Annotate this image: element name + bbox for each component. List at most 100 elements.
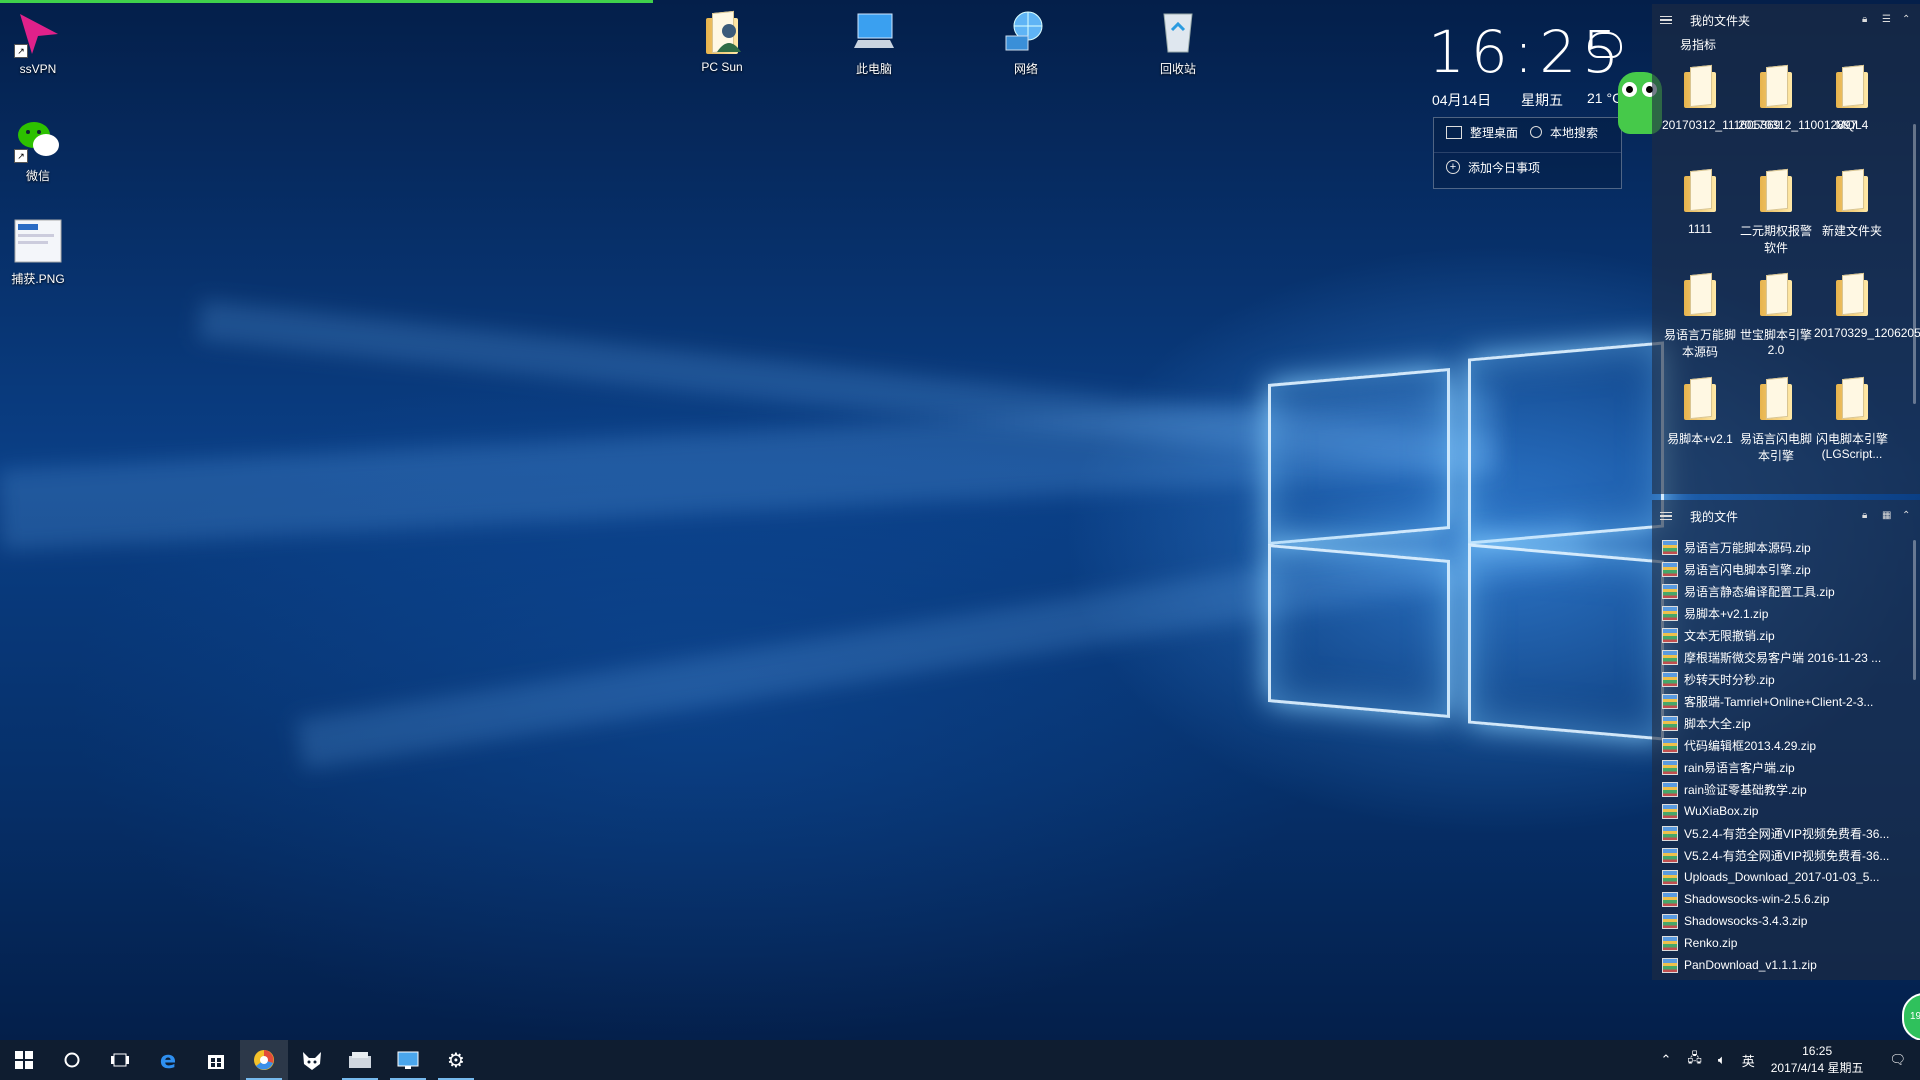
- folder-item[interactable]: 20170329_120620520: [1814, 268, 1920, 368]
- list-view-icon[interactable]: ☰: [1882, 15, 1892, 25]
- file-item[interactable]: 易语言静态编译配置工具.zip: [1662, 580, 1920, 602]
- lock-icon[interactable]: 🔒︎: [1862, 15, 1872, 25]
- add-today-item-button[interactable]: 添加今日事项: [1468, 159, 1540, 176]
- network-icon: [1002, 8, 1050, 56]
- desktop-wallpaper: [0, 0, 1920, 1040]
- file-label: 客服端-Tamriel+Online+Client-2-3...: [1684, 694, 1874, 709]
- file-label: 易语言闪电脚本引擎.zip: [1684, 562, 1811, 577]
- collapse-icon[interactable]: ⌃: [1902, 15, 1912, 25]
- local-search-button[interactable]: 本地搜索: [1550, 124, 1598, 141]
- ime-indicator[interactable]: 英: [1742, 1051, 1755, 1070]
- file-item[interactable]: rain验证零基础教学.zip: [1662, 778, 1920, 800]
- system-tray: ⌃ 🖧︎ 🔈︎ 英 16:25 2017/4/14 星期五 🗨︎: [1653, 1040, 1920, 1080]
- cortana-button[interactable]: [48, 1040, 96, 1080]
- cloud-weather-icon: [1588, 32, 1622, 58]
- collapse-icon[interactable]: ⌃: [1902, 511, 1912, 521]
- folder-icon: [1828, 62, 1876, 114]
- settings-button[interactable]: ⚙: [432, 1040, 480, 1080]
- folder-item[interactable]: 20170312_110012897: [1738, 60, 1857, 160]
- chevron-up-icon[interactable]: ⌃: [1661, 1052, 1672, 1068]
- folder-item[interactable]: 新建文件夹: [1814, 164, 1890, 264]
- organize-desktop-button[interactable]: 整理桌面: [1470, 124, 1518, 141]
- folder-item[interactable]: 易脚本+v2.1: [1662, 372, 1738, 472]
- edge-button[interactable]: e: [144, 1040, 192, 1080]
- file-item[interactable]: WuXiaBox.zip: [1662, 800, 1920, 822]
- folder-item[interactable]: 闪电脚本引擎(LGScript...: [1814, 372, 1890, 472]
- file-item[interactable]: 文本无限撤销.zip: [1662, 624, 1920, 646]
- color-app-button[interactable]: [240, 1040, 288, 1080]
- file-item[interactable]: rain易语言客户端.zip: [1662, 756, 1920, 778]
- folder-item[interactable]: 世宝脚本引擎2.0: [1738, 268, 1814, 368]
- file-item[interactable]: Shadowsocks-win-2.5.6.zip: [1662, 888, 1920, 910]
- folder-item[interactable]: 易语言万能脚本源码: [1662, 268, 1738, 368]
- file-item[interactable]: Shadowsocks-3.4.3.zip: [1662, 910, 1920, 932]
- scanner-app-button[interactable]: [336, 1040, 384, 1080]
- file-item[interactable]: 易语言万能脚本源码.zip: [1662, 536, 1920, 558]
- file-item[interactable]: 脚本大全.zip: [1662, 712, 1920, 734]
- menu-icon[interactable]: [1660, 15, 1672, 25]
- desktop-icon-pc-sun[interactable]: PC Sun: [677, 8, 767, 74]
- file-item[interactable]: PanDownload_v1.1.1.zip: [1662, 954, 1920, 976]
- desktop-icon-label: 捕获.PNG: [11, 272, 65, 286]
- file-label: PanDownload_v1.1.1.zip: [1684, 958, 1817, 972]
- taskbar-clock[interactable]: 16:25 2017/4/14 星期五: [1771, 1043, 1864, 1077]
- folder-item[interactable]: 二元期权报警软件: [1738, 164, 1814, 264]
- folder-label: MQL4: [1835, 118, 1869, 132]
- file-label: Shadowsocks-3.4.3.zip: [1684, 914, 1808, 928]
- file-label: 易语言静态编译配置工具.zip: [1684, 584, 1835, 599]
- taskbar: e ⚙ ⌃ 🖧︎ 🔈︎ 英 16:25 2017/4/14 星期五 🗨︎: [0, 1040, 1920, 1080]
- desktop-icon-network[interactable]: 网络: [981, 8, 1071, 77]
- file-label: 代码编辑框2013.4.29.zip: [1684, 738, 1817, 753]
- fence-header: 我的文件 🔒︎ ▦ ⌃: [1652, 500, 1920, 532]
- file-item[interactable]: 易脚本+v2.1.zip: [1662, 602, 1920, 624]
- folder-label: 易语言万能脚本源码: [1663, 328, 1736, 359]
- desktop-icon-wechat[interactable]: ↗ 微信: [0, 115, 83, 184]
- fence-title: 我的文件夹: [1690, 13, 1751, 28]
- folder-item[interactable]: 1111: [1662, 164, 1738, 264]
- png-image-icon: [14, 218, 62, 266]
- menu-icon[interactable]: [1660, 511, 1672, 521]
- clock-actions-box: 整理桌面 本地搜索 + 添加今日事项: [1433, 117, 1622, 189]
- clock-weekday: 星期五: [1521, 92, 1563, 108]
- folder-item[interactable]: MQL4: [1814, 60, 1890, 160]
- folder-icon: [1752, 62, 1800, 114]
- file-label: rain验证零基础教学.zip: [1684, 782, 1807, 797]
- volume-icon[interactable]: 🔈︎: [1718, 1052, 1726, 1068]
- file-item[interactable]: V5.2.4-有范全网通VIP视频免费看-36...: [1662, 844, 1920, 866]
- desktop-icon-this-pc[interactable]: 此电脑: [829, 8, 919, 77]
- folder-item[interactable]: 20170312_111605369: [1662, 60, 1780, 160]
- file-item[interactable]: 易语言闪电脚本引擎.zip: [1662, 558, 1920, 580]
- zip-archive-icon: [1662, 671, 1678, 687]
- zip-archive-icon: [1662, 935, 1678, 951]
- desktop-icon-label: ssVPN: [19, 62, 57, 76]
- grid-view-icon[interactable]: ▦: [1882, 511, 1892, 521]
- folder-label: 易脚本+v2.1: [1667, 432, 1733, 446]
- top-progress-bar: [0, 0, 653, 3]
- desktop-icon-label: 回收站: [1159, 62, 1196, 76]
- file-item[interactable]: Uploads_Download_2017-01-03_5...: [1662, 866, 1920, 888]
- fox-app-button[interactable]: [288, 1040, 336, 1080]
- task-view-button[interactable]: [96, 1040, 144, 1080]
- store-button[interactable]: [192, 1040, 240, 1080]
- fence-header: 我的文件夹 🔒︎ ☰ ⌃: [1652, 4, 1920, 36]
- file-item[interactable]: V5.2.4-有范全网通VIP视频免费看-36...: [1662, 822, 1920, 844]
- start-button[interactable]: [0, 1040, 48, 1080]
- windows-logo-pane: [1268, 544, 1450, 718]
- network-status-icon[interactable]: 🖧︎: [1687, 1049, 1702, 1071]
- file-item[interactable]: 代码编辑框2013.4.29.zip: [1662, 734, 1920, 756]
- folder-item[interactable]: 易语言闪电脚本引擎: [1738, 372, 1814, 472]
- file-item[interactable]: 客服端-Tamriel+Online+Client-2-3...: [1662, 690, 1920, 712]
- folder-label: 20170329_120620520: [1814, 326, 1920, 340]
- scrollbar[interactable]: [1913, 540, 1916, 680]
- file-item[interactable]: Renko.zip: [1662, 932, 1920, 954]
- notification-icon[interactable]: 🗨︎: [1889, 1052, 1906, 1068]
- scrollbar[interactable]: [1913, 124, 1916, 404]
- file-item[interactable]: 秒转天时分秒.zip: [1662, 668, 1920, 690]
- file-item[interactable]: 摩根瑞斯微交易客户端 2016-11-23 ...: [1662, 646, 1920, 668]
- desktop-icon-png[interactable]: 捕获.PNG: [0, 218, 83, 287]
- desktop-icon-ssvpn[interactable]: ↗ ssVPN: [0, 10, 83, 76]
- desktop-icon-recycle-bin[interactable]: 回收站: [1133, 8, 1223, 77]
- clock-date: 04月14日: [1432, 92, 1492, 108]
- screen-app-button[interactable]: [384, 1040, 432, 1080]
- lock-icon[interactable]: 🔒︎: [1862, 511, 1872, 521]
